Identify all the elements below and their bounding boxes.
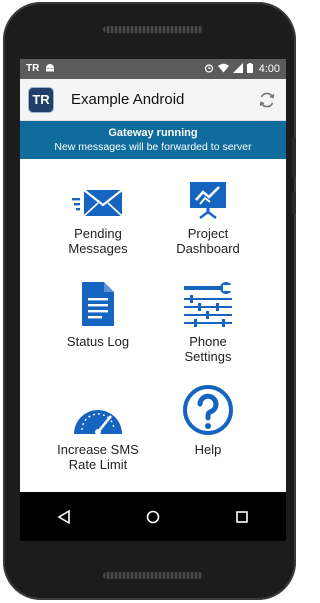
- help-label: Help: [194, 442, 222, 457]
- settings-sliders-icon: [182, 280, 234, 328]
- phone-frame: TR 4:00 TR Example Android Gateway runni…: [3, 2, 296, 600]
- pending-messages-label: Pending Messages: [68, 226, 128, 256]
- phone-settings-button[interactable]: Phone Settings: [148, 280, 268, 364]
- help-button[interactable]: Help: [148, 385, 268, 457]
- battery-icon: [246, 62, 253, 76]
- banner-subtitle: New messages will be forwarded to server: [54, 141, 252, 153]
- home-icon[interactable]: [133, 497, 173, 537]
- help-icon: [182, 385, 234, 436]
- screen: TR 4:00 TR Example Android Gateway runni…: [20, 59, 286, 541]
- app-bar: TR Example Android: [20, 79, 286, 121]
- project-dashboard-button[interactable]: Project Dashboard: [148, 172, 268, 256]
- refresh-icon[interactable]: [256, 89, 278, 111]
- wifi-icon: [217, 63, 229, 76]
- pending-messages-button[interactable]: Pending Messages: [38, 172, 158, 256]
- phone-settings-label: Phone Settings: [184, 334, 232, 364]
- power-button: [292, 192, 296, 214]
- volume-button: [292, 137, 296, 177]
- bottom-speaker: [103, 572, 203, 579]
- app-logo: TR: [28, 86, 54, 113]
- recents-icon[interactable]: [222, 497, 262, 537]
- banner-title: Gateway running: [108, 127, 198, 139]
- status-log-button[interactable]: Status Log: [38, 280, 158, 349]
- status-log-label: Status Log: [66, 334, 130, 349]
- increase-sms-rate-limit-button[interactable]: Increase SMS Rate Limit: [38, 388, 158, 472]
- status-bar: TR 4:00: [20, 59, 286, 79]
- project-dashboard-label: Project Dashboard: [176, 226, 240, 256]
- app-title: Example Android: [71, 91, 185, 108]
- alarm-icon: [204, 63, 214, 76]
- back-icon[interactable]: [44, 497, 84, 537]
- gateway-status-banner: Gateway running New messages will be for…: [20, 121, 286, 159]
- menu-grid: Pending Messages Project Dashboard Statu…: [20, 159, 286, 492]
- tr-app-icon: TR: [26, 63, 40, 74]
- increase-sms-rate-limit-label: Increase SMS Rate Limit: [57, 442, 139, 472]
- speedometer-icon: [72, 388, 124, 436]
- document-icon: [80, 280, 116, 328]
- signal-icon: [232, 62, 243, 76]
- navigation-bar: [20, 492, 286, 541]
- clock-time: 4:00: [258, 63, 280, 75]
- envelope-icon: [70, 172, 126, 220]
- top-speaker: [103, 26, 203, 33]
- android-icon: [45, 63, 55, 76]
- dashboard-chart-icon: [188, 172, 228, 220]
